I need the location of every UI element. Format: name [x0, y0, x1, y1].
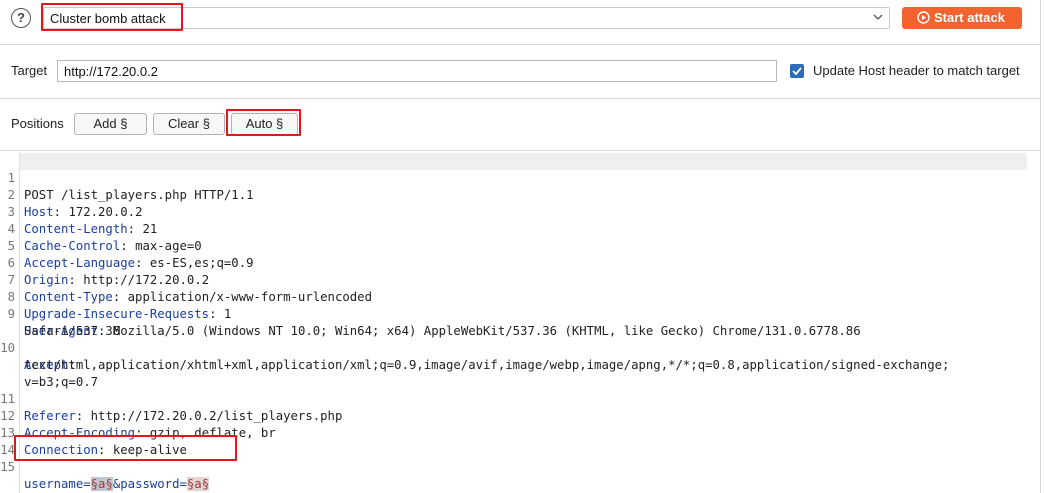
request-line: 11 Referer: http://172.20.0.2/list_playe… [0, 392, 343, 423]
start-attack-label: Start attack [934, 10, 1005, 25]
request-line: 4 Cache-Control: max-age=0 [7, 222, 202, 253]
payload-marker-2[interactable]: §a§ [186, 477, 210, 491]
start-attack-button[interactable]: Start attack [902, 7, 1022, 29]
chevron-down-icon [873, 14, 883, 20]
request-line: 7 Content-Type: application/x-www-form-u… [7, 273, 372, 304]
request-line: 5 Accept-Language: es-ES,es;q=0.9 [7, 239, 254, 270]
target-value: http://172.20.0.2 [64, 64, 158, 79]
target-label: Target [11, 63, 48, 78]
request-line: 1 POST /list_players.php HTTP/1.1 [7, 171, 254, 202]
request-line-wrap: Safari/537.36 [24, 324, 121, 338]
auto-markers-button[interactable]: Auto § [231, 113, 298, 135]
update-host-label: Update Host header to match target [813, 63, 1020, 78]
positions-label: Positions [11, 116, 64, 131]
request-line: 10 Accept: [0, 341, 76, 372]
request-line: 6 Origin: http://172.20.0.2 [7, 256, 210, 287]
request-editor[interactable]: 1 POST /list_players.php HTTP/1.1 2 Host… [0, 152, 1040, 493]
clear-markers-button[interactable]: Clear § [153, 113, 225, 135]
request-line: 14 [0, 443, 15, 457]
panel-edge [1040, 0, 1041, 493]
request-line-wrap: v=b3;q=0.7 [24, 375, 99, 389]
update-host-checkbox[interactable] [790, 64, 804, 78]
checkmark-icon [792, 67, 802, 76]
request-line: 3 Content-Length: 21 [7, 205, 158, 236]
divider [0, 98, 1040, 99]
request-line: 12 Accept-Encoding: gzip, deflate, br [0, 409, 276, 440]
attack-type-select[interactable]: Cluster bomb attack [43, 7, 890, 29]
request-line-wrap: text/html,application/xhtml+xml,applicat… [24, 358, 950, 372]
request-line: 13 Connection: keep-alive [0, 426, 187, 457]
request-line: 8 Upgrade-Insecure-Requests: 1 [7, 290, 232, 321]
attack-type-bar: ? Cluster bomb attack Start attack [0, 0, 1045, 36]
attack-type-value: Cluster bomb attack [50, 11, 166, 26]
payload-marker-1[interactable]: §a§ [90, 477, 113, 491]
request-line: 2 Host: 172.20.0.2 [7, 188, 143, 219]
help-icon[interactable]: ? [11, 8, 31, 28]
request-body-line: 15 username=§a§&password=§a§ [0, 460, 210, 491]
divider [0, 150, 1040, 151]
divider [0, 44, 1040, 45]
play-circle-icon [917, 11, 930, 24]
request-line: 9 User-Agent: Mozilla/5.0 (Windows NT 10… [7, 307, 861, 338]
add-marker-button[interactable]: Add § [74, 113, 147, 135]
target-input[interactable]: http://172.20.0.2 [57, 60, 777, 82]
